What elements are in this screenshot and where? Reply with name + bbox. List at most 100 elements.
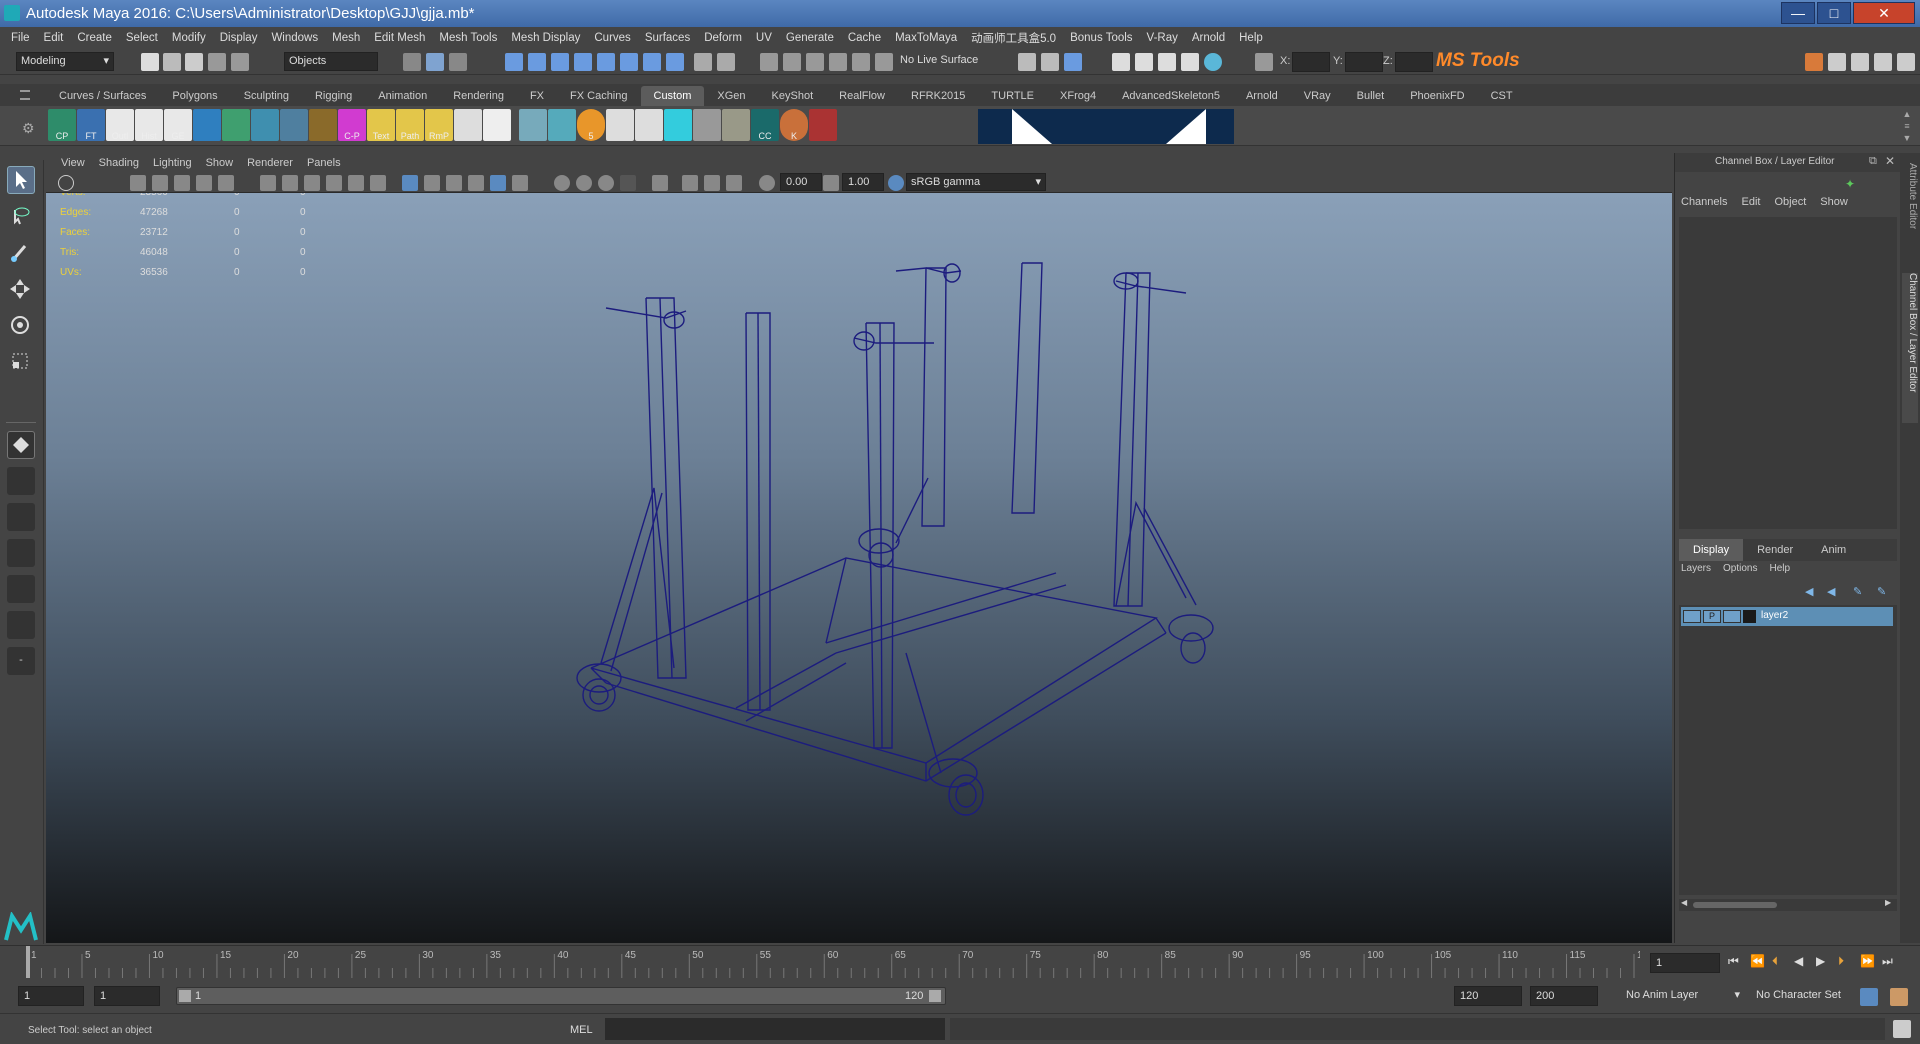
render-setup-icon[interactable] — [1158, 53, 1176, 71]
scroll-thumb[interactable] — [1693, 902, 1777, 908]
step-forward-icon[interactable]: ⏩ — [1860, 954, 1875, 968]
menu-3[interactable]: Select — [119, 32, 165, 44]
persp-graph-layout-icon[interactable] — [7, 539, 35, 567]
isolate-select-icon[interactable] — [652, 175, 668, 191]
attribute-editor-icon[interactable] — [1828, 53, 1846, 71]
shelf-icon-21[interactable] — [664, 109, 692, 141]
shelf-tab-10[interactable]: KeyShot — [759, 86, 827, 106]
snap-surface-icon[interactable] — [597, 53, 615, 71]
shelf-icon-8[interactable] — [280, 109, 308, 141]
attribute-editor-tab[interactable]: Attribute Editor — [1902, 163, 1918, 263]
more-layouts-icon[interactable]: - — [7, 647, 35, 675]
new-empty-layer-icon[interactable]: ✎ — [1853, 585, 1862, 598]
hypershade-icon[interactable] — [1135, 53, 1153, 71]
shelf-icon-10[interactable]: C-P — [338, 109, 366, 141]
script-language-toggle[interactable]: MEL — [570, 1024, 593, 1036]
layer-display-type-toggle[interactable] — [1723, 610, 1741, 623]
channel-box-icon[interactable] — [1851, 53, 1869, 71]
select-tool-icon[interactable] — [7, 166, 35, 194]
shelf-icon-4[interactable]: GE — [164, 109, 192, 141]
layer-menu-0[interactable]: Layers — [1681, 563, 1711, 581]
wireframe-on-shaded-icon[interactable] — [446, 175, 462, 191]
menu-15[interactable]: Generate — [779, 32, 841, 44]
open-scene-icon[interactable] — [163, 53, 181, 71]
shelf-icon-23[interactable] — [722, 109, 750, 141]
shelf-tab-17[interactable]: VRay — [1291, 86, 1344, 106]
shelf-icon-2[interactable]: Outl — [106, 109, 134, 141]
go-to-end-icon[interactable]: ⏭ — [1882, 954, 1893, 969]
shelf-icon-22[interactable] — [693, 109, 721, 141]
x-field[interactable] — [1292, 52, 1330, 72]
shelf-scroll-icon[interactable]: ▲ ≡ ▼ — [1900, 108, 1914, 144]
shelf-icon-12[interactable]: Path — [396, 109, 424, 141]
safe-action-icon[interactable] — [370, 175, 386, 191]
menu-8[interactable]: Edit Mesh — [367, 32, 432, 44]
new-layer-from-selected-icon[interactable]: ✎ — [1877, 585, 1886, 598]
grease-pencil-icon[interactable] — [218, 175, 234, 191]
channel-box-tab[interactable]: Channel Box / Layer Editor — [1902, 273, 1918, 423]
rotate-tool-icon[interactable] — [7, 312, 35, 340]
character-set-dropdown[interactable]: No Character Set — [1752, 986, 1866, 1006]
shelf-icon-16[interactable] — [519, 109, 547, 141]
channel-menu-3[interactable]: Show — [1820, 196, 1848, 214]
shelf-icon-14[interactable] — [454, 109, 482, 141]
move-tool-icon[interactable] — [7, 276, 35, 304]
animation-start-field[interactable]: 1 — [18, 986, 84, 1006]
menu-14[interactable]: UV — [749, 32, 779, 44]
shelf-icon-13[interactable]: RmP — [425, 109, 453, 141]
move-layer-up-icon[interactable]: ◀ — [1805, 585, 1813, 598]
select-object-icon[interactable] — [426, 53, 444, 71]
layer-tab-2[interactable]: Anim — [1807, 539, 1860, 561]
menu-12[interactable]: Surfaces — [638, 32, 697, 44]
animation-end-field[interactable]: 200 — [1530, 986, 1598, 1006]
step-back-key-icon[interactable]: ⏴ — [1772, 954, 1778, 969]
menu-1[interactable]: Edit — [37, 32, 71, 44]
grid-icon[interactable] — [260, 175, 276, 191]
channel-menu-1[interactable]: Edit — [1741, 196, 1760, 214]
menu-20[interactable]: V-Ray — [1140, 32, 1185, 44]
gear-icon[interactable]: ⚙ — [22, 120, 35, 137]
menu-17[interactable]: MaxToMaya — [888, 32, 964, 44]
layer-menu-2[interactable]: Help — [1769, 563, 1790, 581]
gamma-field[interactable]: 1.00 — [842, 173, 884, 191]
image-plane-icon[interactable] — [174, 175, 190, 191]
step-back-icon[interactable]: ⏪ — [1750, 954, 1765, 968]
anim-layer-dropdown[interactable]: No Anim Layer ▾ — [1622, 986, 1744, 1006]
wireframe-icon[interactable] — [402, 175, 418, 191]
scroll-right-icon[interactable]: ▶ — [1885, 898, 1891, 907]
panel-menu-0[interactable]: View — [54, 157, 92, 169]
shadows-icon[interactable] — [554, 175, 570, 191]
select-component-icon[interactable] — [449, 53, 467, 71]
shelf-tab-18[interactable]: Bullet — [1344, 86, 1398, 106]
snap-point-icon[interactable] — [551, 53, 569, 71]
single-perspective-layout-icon[interactable] — [7, 431, 35, 459]
x-ray-icon[interactable] — [490, 175, 506, 191]
outliner-icon[interactable] — [1874, 53, 1892, 71]
current-time-marker[interactable] — [26, 946, 30, 978]
shelf-icon-6[interactable] — [222, 109, 250, 141]
layout-icon[interactable] — [1897, 53, 1915, 71]
layer-menu-1[interactable]: Options — [1723, 563, 1757, 581]
layer-tab-0[interactable]: Display — [1679, 539, 1744, 561]
undo-icon[interactable] — [208, 53, 226, 71]
menuset-dropdown[interactable]: Modeling ▾ — [16, 52, 114, 71]
shelf-tab-1[interactable]: Polygons — [159, 86, 230, 106]
layer-color-swatch[interactable] — [1743, 610, 1756, 623]
lock-icon[interactable] — [694, 53, 712, 71]
shelf-tab-11[interactable]: RealFlow — [826, 86, 898, 106]
shelf-tab-5[interactable]: Rendering — [440, 86, 517, 106]
mel-command-input[interactable] — [605, 1018, 945, 1040]
panel-menu-4[interactable]: Renderer — [240, 157, 300, 169]
sphere-render-icon[interactable] — [1204, 53, 1222, 71]
shelf-tab-14[interactable]: XFrog4 — [1047, 86, 1109, 106]
shelf-tab-16[interactable]: Arnold — [1233, 86, 1291, 106]
minimize-button[interactable]: — — [1781, 2, 1815, 24]
panel-menu-1[interactable]: Shading — [92, 157, 146, 169]
hypershade-layout-icon[interactable] — [7, 575, 35, 603]
script-editor-icon[interactable] — [1893, 1020, 1911, 1038]
menu-18[interactable]: 动画师工具盒5.0 — [964, 30, 1063, 46]
menu-2[interactable]: Create — [70, 32, 119, 44]
render-view-icon[interactable] — [1018, 53, 1036, 71]
new-scene-icon[interactable] — [141, 53, 159, 71]
shelf-icon-5[interactable] — [193, 109, 221, 141]
